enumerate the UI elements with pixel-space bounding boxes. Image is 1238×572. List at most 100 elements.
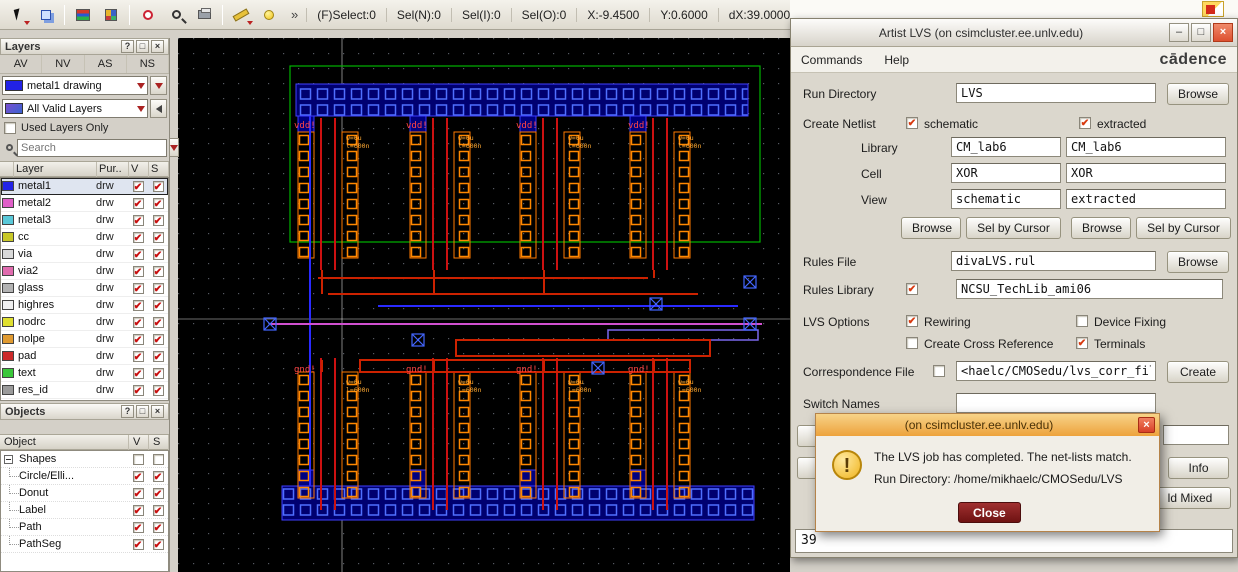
layer-visible-checkbox[interactable]: ✔ xyxy=(132,265,144,278)
layer-row[interactable]: nolpe drw ✔ ✔ xyxy=(1,331,168,348)
zoom-tool-icon[interactable] xyxy=(163,3,189,27)
layer-selectable-checkbox[interactable]: ✔ xyxy=(152,367,164,380)
layer-selectable-checkbox[interactable]: ✔ xyxy=(152,265,164,278)
object-visible-checkbox[interactable]: ✔ xyxy=(132,504,144,517)
browse-schematic-button[interactable]: Browse xyxy=(901,217,961,239)
create-cross-reference-checkbox[interactable] xyxy=(906,337,918,349)
layer-row[interactable]: res_id drw ✔ ✔ xyxy=(1,382,168,399)
collapse-icon[interactable] xyxy=(4,454,13,464)
help-button[interactable]: ? xyxy=(121,405,134,418)
layers-tool-icon[interactable] xyxy=(70,3,96,27)
menu-help[interactable]: Help xyxy=(884,53,909,67)
correspondence-file-input[interactable] xyxy=(956,361,1156,381)
create-correspondence-button[interactable]: Create xyxy=(1167,361,1229,383)
layer-row[interactable]: via drw ✔ ✔ xyxy=(1,246,168,263)
layer-visible-checkbox[interactable]: ✔ xyxy=(132,282,144,295)
toolbar-overflow-button[interactable]: » xyxy=(291,7,298,22)
layer-visible-checkbox[interactable]: ✔ xyxy=(132,316,144,329)
layer-selectable-checkbox[interactable]: ✔ xyxy=(152,350,164,363)
close-panel-button[interactable]: × xyxy=(151,405,164,418)
layer-set-combo[interactable]: All Valid Layers xyxy=(2,99,148,118)
layer-visible-checkbox[interactable]: ✔ xyxy=(132,248,144,261)
tab-av[interactable]: AV xyxy=(0,55,43,73)
sel-by-cursor-extracted-button[interactable]: Sel by Cursor xyxy=(1136,217,1231,239)
info-button[interactable]: Info xyxy=(1168,457,1229,479)
popup-titlebar[interactable]: (on csimcluster.ee.unlv.edu) × xyxy=(816,414,1159,436)
layout-canvas[interactable]: vdd! vdd! vdd! vdd! gnd! gnd! gnd! gnd! w=6u l=60… xyxy=(178,38,790,572)
object-visible-checkbox[interactable]: ✔ xyxy=(132,538,144,551)
search-options-button[interactable] xyxy=(169,138,179,157)
layer-visible-checkbox[interactable]: ✔ xyxy=(132,231,144,244)
close-button[interactable]: × xyxy=(1213,23,1233,42)
schematic-checkbox[interactable]: ✔ xyxy=(906,117,918,129)
layer-row[interactable]: text drw ✔ ✔ xyxy=(1,365,168,382)
layer-visible-checkbox[interactable]: ✔ xyxy=(132,350,144,363)
layer-visible-checkbox[interactable]: ✔ xyxy=(132,299,144,312)
build-mixed-button[interactable]: ld Mixed xyxy=(1149,487,1231,509)
layer-visible-checkbox[interactable]: ✔ xyxy=(132,180,144,193)
cell-schematic-input[interactable] xyxy=(951,163,1061,183)
object-selectable-checkbox[interactable]: ✔ xyxy=(152,470,164,483)
rewiring-checkbox[interactable]: ✔ xyxy=(906,315,918,327)
switch-names-input[interactable] xyxy=(956,393,1156,413)
view-extracted-input[interactable] xyxy=(1066,189,1226,209)
object-selectable-checkbox[interactable] xyxy=(152,453,164,465)
layer-selectable-checkbox[interactable]: ✔ xyxy=(152,333,164,346)
layer-selectable-checkbox[interactable]: ✔ xyxy=(152,197,164,210)
object-visible-checkbox[interactable]: ✔ xyxy=(132,487,144,500)
layer-selectable-checkbox[interactable]: ✔ xyxy=(152,231,164,244)
extracted-checkbox[interactable]: ✔ xyxy=(1079,117,1091,129)
object-row[interactable]: Donut ✔ ✔ xyxy=(1,485,168,502)
browse-extracted-button[interactable]: Browse xyxy=(1071,217,1131,239)
layer-visible-checkbox[interactable]: ✔ xyxy=(132,333,144,346)
layer-selectable-checkbox[interactable]: ✔ xyxy=(152,282,164,295)
layer-row[interactable]: metal1 drw ✔ ✔ xyxy=(1,178,168,195)
partial-hidden-input[interactable] xyxy=(1163,425,1229,445)
browse-rules-file-button[interactable]: Browse xyxy=(1167,251,1229,273)
float-button[interactable]: □ xyxy=(136,40,149,53)
layer-dropdown-button[interactable] xyxy=(150,76,167,95)
layer-selectable-checkbox[interactable]: ✔ xyxy=(152,316,164,329)
popup-close-button[interactable]: Close xyxy=(958,502,1021,523)
library-extracted-input[interactable] xyxy=(1066,137,1226,157)
layer-row[interactable]: pad drw ✔ ✔ xyxy=(1,348,168,365)
layer-set-prev-button[interactable] xyxy=(150,99,167,118)
palette-tool-icon[interactable] xyxy=(98,3,124,27)
minimize-button[interactable]: – xyxy=(1169,23,1189,42)
used-layers-only-checkbox[interactable] xyxy=(4,122,16,134)
object-selectable-checkbox[interactable]: ✔ xyxy=(152,504,164,517)
object-selectable-checkbox[interactable]: ✔ xyxy=(152,538,164,551)
rules-library-checkbox[interactable]: ✔ xyxy=(906,283,918,295)
layer-row[interactable]: metal2 drw ✔ ✔ xyxy=(1,195,168,212)
layer-selectable-checkbox[interactable]: ✔ xyxy=(152,384,164,397)
hints-tool-icon[interactable] xyxy=(256,3,282,27)
print-tool-icon[interactable] xyxy=(191,3,217,27)
select-tool-icon[interactable] xyxy=(5,3,31,27)
close-panel-button[interactable]: × xyxy=(151,40,164,53)
tab-nv[interactable]: NV xyxy=(42,55,85,73)
help-button[interactable]: ? xyxy=(121,40,134,53)
view-schematic-input[interactable] xyxy=(951,189,1061,209)
object-row[interactable]: PathSeg ✔ ✔ xyxy=(1,536,168,553)
layer-visible-checkbox[interactable]: ✔ xyxy=(132,367,144,380)
probe-tool-icon[interactable] xyxy=(135,3,161,27)
sel-by-cursor-schematic-button[interactable]: Sel by Cursor xyxy=(966,217,1061,239)
layer-row[interactable]: metal3 drw ✔ ✔ xyxy=(1,212,168,229)
layer-selectable-checkbox[interactable]: ✔ xyxy=(152,214,164,227)
dialog-titlebar[interactable]: Artist LVS (on csimcluster.ee.unlv.edu) … xyxy=(791,19,1237,47)
object-visible-checkbox[interactable]: ✔ xyxy=(132,470,144,483)
object-selectable-checkbox[interactable]: ✔ xyxy=(152,487,164,500)
object-selectable-checkbox[interactable]: ✔ xyxy=(152,521,164,534)
layer-selectable-checkbox[interactable]: ✔ xyxy=(152,248,164,261)
layer-visible-checkbox[interactable]: ✔ xyxy=(132,384,144,397)
object-visible-checkbox[interactable] xyxy=(132,453,144,465)
copy-tool-icon[interactable] xyxy=(33,3,59,27)
layer-visible-checkbox[interactable]: ✔ xyxy=(132,214,144,227)
tab-as[interactable]: AS xyxy=(85,55,127,73)
layer-search-input[interactable] xyxy=(17,138,167,157)
layer-row[interactable]: nodrc drw ✔ ✔ xyxy=(1,314,168,331)
tab-ns[interactable]: NS xyxy=(127,55,169,73)
popup-close-icon[interactable]: × xyxy=(1138,417,1155,433)
maximize-button[interactable]: □ xyxy=(1191,23,1211,42)
layer-row[interactable]: glass drw ✔ ✔ xyxy=(1,280,168,297)
